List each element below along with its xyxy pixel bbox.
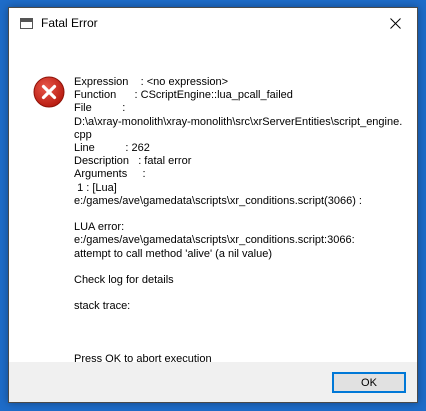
error-message-line: Function : CScriptEngine::lua_pcall_fail… bbox=[74, 89, 293, 102]
error-message: Expression : <no expression> Function : C… bbox=[74, 76, 404, 366]
window-title: Fatal Error bbox=[41, 16, 98, 30]
error-message-line: Check log for details bbox=[74, 274, 174, 287]
error-message-line: e:/games/ave\gamedata\scripts\xr_conditi… bbox=[74, 234, 355, 247]
error-message-line bbox=[74, 208, 404, 221]
error-message-line bbox=[74, 327, 404, 340]
error-message-line: Expression : <no expression> bbox=[74, 76, 229, 88]
error-message-line: File : bbox=[74, 102, 126, 115]
error-message-line bbox=[74, 287, 404, 300]
error-message-line: Line : 262 bbox=[74, 142, 150, 155]
error-message-line bbox=[74, 261, 404, 274]
window-icon bbox=[20, 18, 33, 29]
error-message-line bbox=[74, 314, 404, 327]
error-message-line: 1 : [Lua] bbox=[74, 181, 117, 194]
error-message-line: attempt to call method 'alive' (a nil va… bbox=[74, 247, 273, 260]
dialog-content: Expression : <no expression> Function : C… bbox=[9, 39, 417, 366]
error-message-line: D:\a\xray-monolith\xray-monolith\src\xrS… bbox=[74, 115, 403, 141]
dialog-footer: OK bbox=[9, 362, 417, 402]
error-message-line: e:/games/ave\gamedata\scripts\xr_conditi… bbox=[74, 194, 362, 207]
error-message-line bbox=[74, 340, 404, 353]
title-bar[interactable]: Fatal Error bbox=[9, 8, 417, 39]
error-message-line: Description : fatal error bbox=[74, 155, 192, 168]
error-message-line: LUA error: bbox=[74, 221, 125, 234]
error-icon bbox=[33, 76, 65, 108]
ok-button[interactable]: OK bbox=[332, 372, 406, 393]
close-icon bbox=[389, 18, 401, 29]
error-message-line: stack trace: bbox=[74, 300, 131, 313]
fatal-error-dialog: Fatal Error Expression : <no expression>… bbox=[8, 7, 418, 403]
error-message-line: Arguments : bbox=[74, 168, 146, 181]
close-button[interactable] bbox=[373, 8, 417, 39]
